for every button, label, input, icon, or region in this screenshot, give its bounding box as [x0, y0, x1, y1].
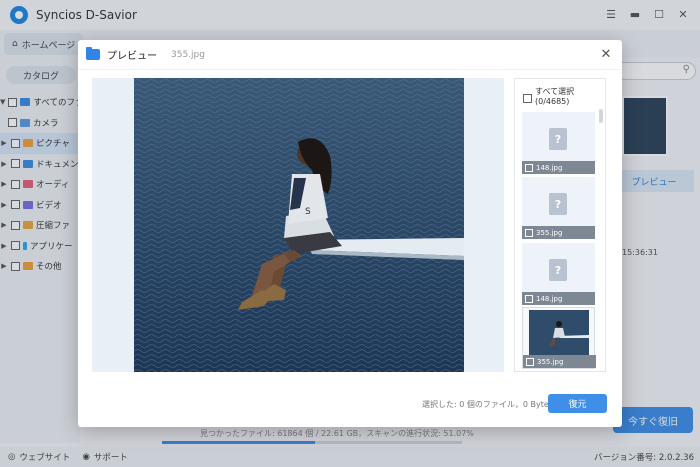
dialog-title: プレビュー	[107, 51, 157, 62]
dialog-header: プレビュー 355.jpg ✕	[78, 40, 622, 70]
svg-text:S: S	[305, 207, 311, 217]
placeholder-file-icon: ?	[549, 128, 567, 150]
selection-status: 選択した: 0 個のファイル，0 Byte	[422, 400, 549, 409]
restore-button[interactable]: 復元	[548, 394, 607, 413]
file-name: 355.jpg	[537, 357, 564, 366]
preview-filename: 355.jpg	[171, 49, 205, 60]
file-list-panel: すべて選択(0/4685) ? 148.jpg ? 355.jpg ? 148.…	[514, 78, 606, 372]
file-name: 148.jpg	[536, 294, 563, 303]
file-checkbox[interactable]	[525, 294, 533, 303]
file-tile[interactable]: ? 148.jpg	[522, 243, 595, 305]
select-all-checkbox[interactable]	[523, 94, 532, 103]
file-name: 148.jpg	[536, 163, 563, 172]
placeholder-file-icon: ?	[549, 259, 567, 281]
file-caption: 355.jpg	[522, 226, 595, 239]
file-tile[interactable]: ? 148.jpg	[522, 112, 595, 174]
file-tile[interactable]: ? 355.jpg	[522, 177, 595, 239]
preview-image: S	[134, 78, 464, 372]
file-checkbox[interactable]	[526, 357, 534, 366]
file-checkbox[interactable]	[525, 228, 533, 237]
file-tile-selected[interactable]: 355.jpg	[522, 307, 596, 369]
image-thumbnail	[529, 310, 589, 356]
close-icon[interactable]: ✕	[598, 46, 614, 62]
image-viewer: S	[92, 78, 504, 372]
scrollbar[interactable]	[599, 109, 603, 123]
preview-dialog: プレビュー 355.jpg ✕ S すべて選択(0/4685) ? 148.jp…	[78, 40, 622, 427]
file-caption: 148.jpg	[522, 292, 595, 305]
select-all-label: すべて選択(0/4685)	[535, 87, 575, 106]
file-caption: 355.jpg	[523, 355, 596, 368]
file-name: 355.jpg	[536, 228, 563, 237]
file-caption: 148.jpg	[522, 161, 595, 174]
placeholder-file-icon: ?	[549, 193, 567, 215]
folder-icon	[86, 47, 100, 60]
file-checkbox[interactable]	[525, 163, 533, 172]
select-all-option[interactable]: すべて選択(0/4685)	[523, 87, 601, 107]
